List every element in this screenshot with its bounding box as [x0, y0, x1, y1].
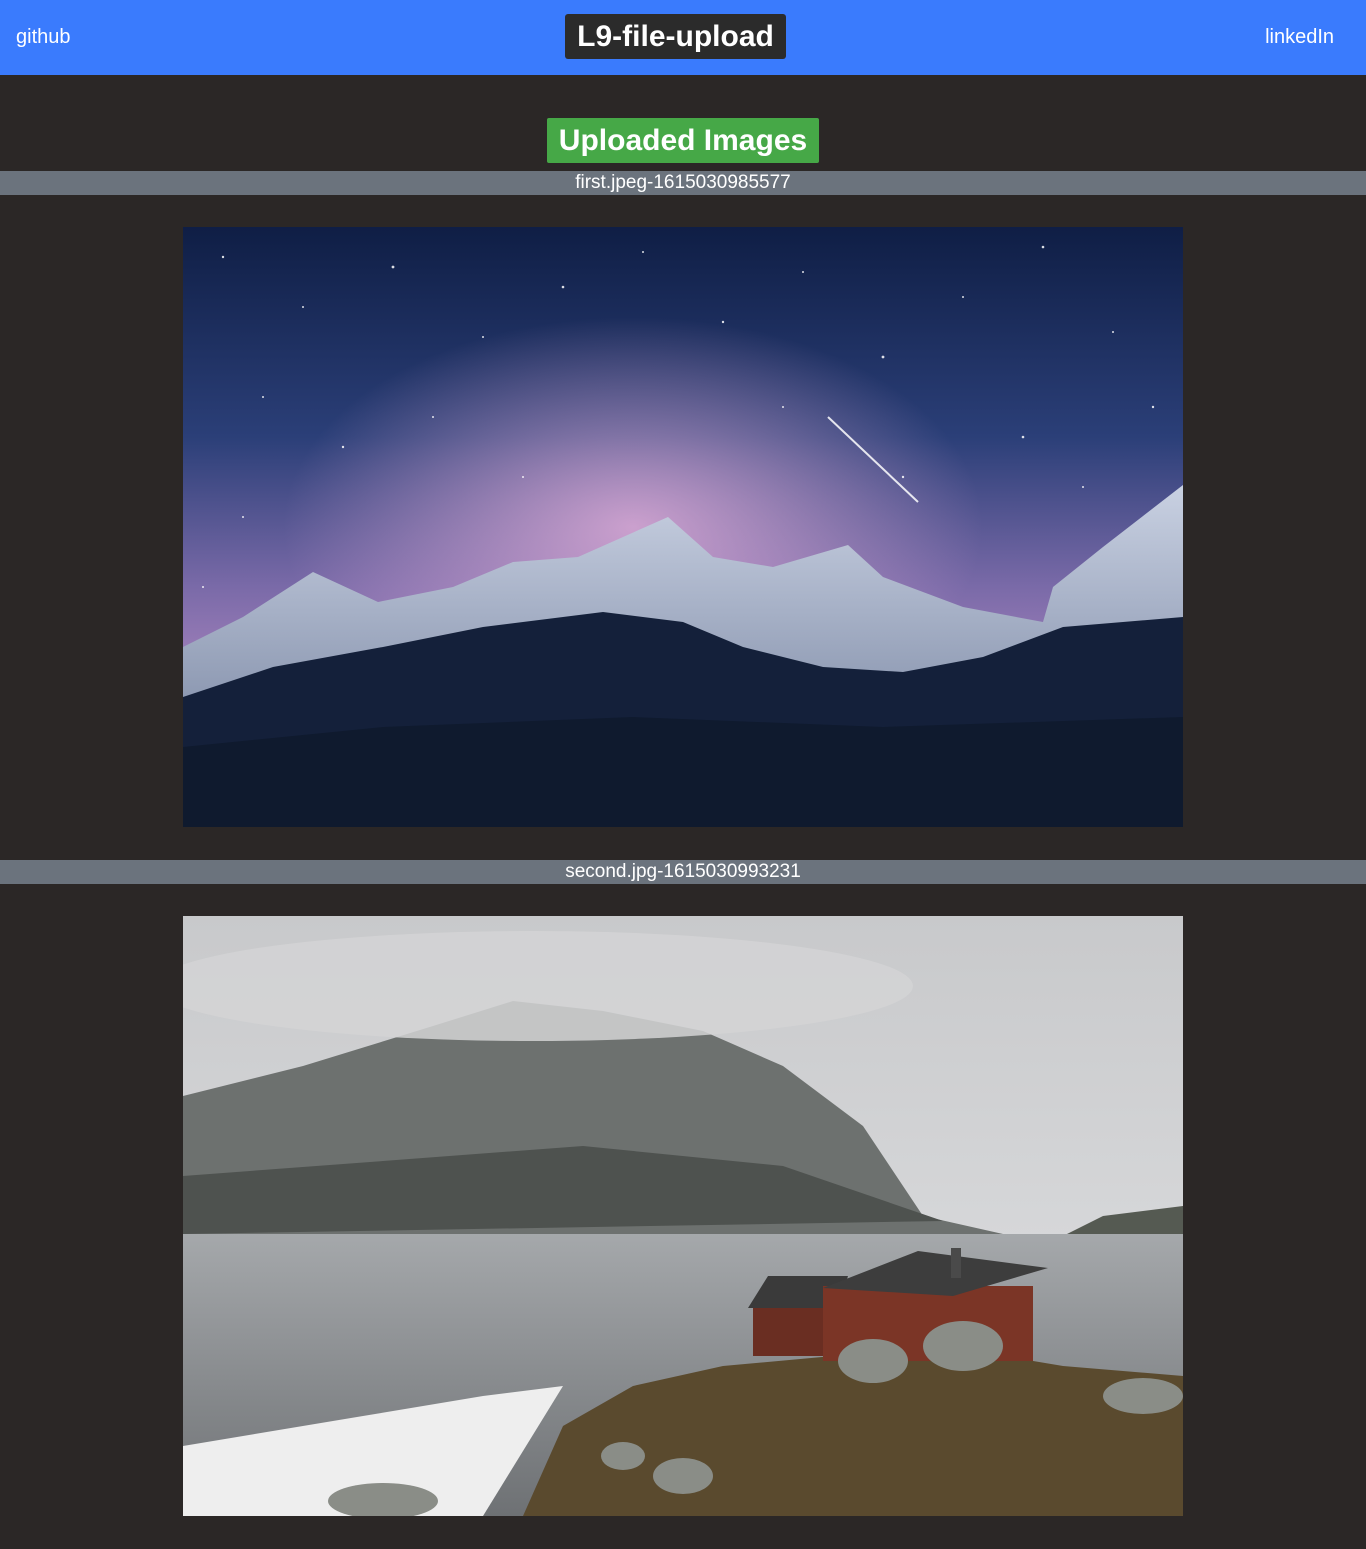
main-content: Uploaded Images first.jpeg-1615030985577 — [0, 75, 1366, 1548]
app-brand-title: L9-file-upload — [565, 14, 786, 59]
filename-bar-1: first.jpeg-1615030985577 — [0, 171, 1366, 195]
image-block-2 — [0, 884, 1366, 1548]
github-link[interactable]: github — [16, 26, 71, 49]
top-navbar: github L9-file-upload linkedIn — [0, 0, 1366, 75]
uploaded-image-starry-mountains — [183, 227, 1183, 827]
image-block-1 — [0, 195, 1366, 860]
filename-bar-2: second.jpg-1615030993231 — [0, 860, 1366, 884]
uploaded-image-lake-cabin — [183, 916, 1183, 1516]
section-header: Uploaded Images — [0, 75, 1366, 171]
section-title: Uploaded Images — [546, 118, 820, 163]
linkedin-link[interactable]: linkedIn — [1265, 26, 1334, 49]
